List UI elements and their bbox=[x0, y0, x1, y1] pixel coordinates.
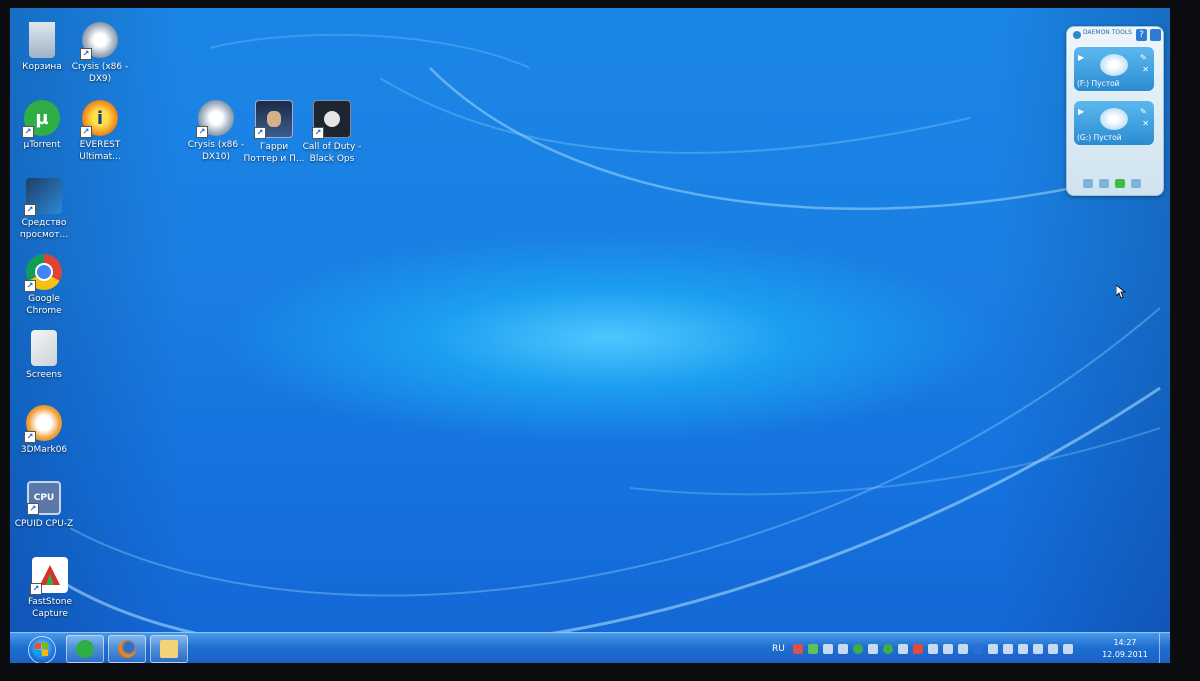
icon-label: 3DMark06 bbox=[20, 445, 68, 455]
everest-icon: i ↗ bbox=[80, 100, 118, 138]
tray-icon[interactable] bbox=[852, 644, 863, 654]
tray-icon[interactable] bbox=[837, 644, 848, 654]
tray-icon[interactable] bbox=[1002, 644, 1013, 654]
desktop-icon-screens[interactable]: Screens bbox=[12, 330, 76, 381]
taskbar-firefox[interactable] bbox=[108, 635, 146, 663]
add-drive-icon[interactable] bbox=[1115, 179, 1125, 188]
icon-label: Call of Duty - Black Ops bbox=[302, 142, 362, 164]
tray-icon[interactable] bbox=[792, 644, 803, 654]
daemon-tools-logo: DAEMON TOOLS bbox=[1071, 29, 1133, 43]
crysis-icon: ↗ bbox=[196, 100, 234, 138]
faststone-icon: ↗ bbox=[30, 557, 68, 595]
call-of-duty-icon: ↗ bbox=[312, 100, 351, 139]
desktop-icon-faststone[interactable]: ↗ FastStone Capture bbox=[18, 557, 82, 620]
image-catalog-icon[interactable] bbox=[1099, 179, 1109, 188]
clock[interactable]: 14:27 12.09.2011 bbox=[1098, 637, 1152, 661]
virtual-drive-f[interactable]: ▶ ✎ ✕ (F:) Пустой bbox=[1074, 47, 1154, 91]
icon-label: EVEREST Ultimat... bbox=[79, 140, 121, 162]
tray-icon[interactable] bbox=[957, 644, 968, 654]
burn-icon[interactable] bbox=[1131, 179, 1141, 188]
language-indicator[interactable]: RU bbox=[772, 644, 785, 654]
taskbar-explorer[interactable] bbox=[150, 635, 188, 663]
desktop-icon-harry-potter[interactable]: ↗ Гарри Поттер и П... bbox=[242, 100, 306, 165]
help-button[interactable]: ? bbox=[1136, 29, 1147, 41]
battery-icon[interactable] bbox=[1017, 644, 1028, 654]
bluetooth-icon[interactable] bbox=[972, 644, 983, 654]
mouse-cursor-icon bbox=[1116, 285, 1126, 299]
desktop-icon-3dmark[interactable]: ↗ 3DMark06 bbox=[12, 405, 76, 456]
tray-icon[interactable] bbox=[987, 644, 998, 654]
tray-icon[interactable] bbox=[942, 644, 953, 654]
desktop[interactable]: Корзина µ ↗ µTorrent ↗ Средство просмот..… bbox=[10, 8, 1170, 663]
volume-icon[interactable] bbox=[1047, 644, 1058, 654]
icon-label: FastStone Capture bbox=[27, 597, 73, 619]
desktop-icon-chrome[interactable]: ↗ Google Chrome bbox=[12, 254, 76, 317]
tray-icon[interactable] bbox=[807, 644, 818, 654]
tray-icon[interactable] bbox=[897, 644, 908, 654]
taskbar-utorrent[interactable] bbox=[66, 635, 104, 663]
desktop-icon-cpu-z[interactable]: CPU ↗ CPUID CPU-Z bbox=[12, 481, 76, 530]
taskbar: RU 14:27 12.09.2011 bbox=[10, 632, 1170, 663]
icon-label: Crysis (x86 -DX10) bbox=[187, 140, 245, 162]
tray-icon[interactable] bbox=[927, 644, 938, 654]
settings-icon[interactable] bbox=[1150, 29, 1161, 41]
recycle-bin-icon bbox=[29, 22, 55, 58]
drive-label: (G:) Пустой bbox=[1077, 133, 1122, 142]
cpu-z-icon: CPU ↗ bbox=[27, 481, 61, 515]
crysis-icon: ↗ bbox=[80, 22, 118, 60]
desktop-icon-recycle-bin[interactable]: Корзина bbox=[10, 22, 74, 73]
utorrent-icon: µ ↗ bbox=[22, 100, 60, 138]
unmount-icon[interactable]: ✕ bbox=[1142, 65, 1149, 74]
network-icon[interactable] bbox=[1032, 644, 1043, 654]
open-image-icon[interactable] bbox=[1083, 179, 1093, 188]
clock-time: 14:27 bbox=[1113, 638, 1137, 647]
icon-label: Google Chrome bbox=[26, 294, 62, 316]
image-viewer-icon: ↗ bbox=[24, 178, 62, 216]
tray-icon[interactable] bbox=[822, 644, 833, 654]
unmount-icon[interactable]: ✕ bbox=[1142, 119, 1149, 128]
gadget-toolbar bbox=[1083, 179, 1141, 188]
folder-icon bbox=[31, 330, 57, 366]
disc-icon bbox=[1100, 108, 1128, 130]
drive-label: (F:) Пустой bbox=[1077, 79, 1120, 88]
tray-icon[interactable] bbox=[867, 644, 878, 654]
chrome-icon: ↗ bbox=[24, 254, 62, 292]
system-tray: RU bbox=[772, 640, 1078, 658]
wrench-icon[interactable]: ✎ bbox=[1140, 107, 1150, 117]
harry-potter-icon: ↗ bbox=[254, 100, 293, 139]
tray-icon[interactable] bbox=[882, 644, 893, 654]
clock-date: 12.09.2011 bbox=[1102, 650, 1148, 659]
desktop-icon-everest[interactable]: i ↗ EVEREST Ultimat... bbox=[68, 100, 132, 163]
start-button[interactable] bbox=[28, 636, 56, 663]
icon-label: Средство просмот... bbox=[19, 218, 69, 240]
icon-label: Screens bbox=[26, 370, 62, 380]
desktop-icon-crysis-dx10[interactable]: ↗ Crysis (x86 -DX10) bbox=[184, 100, 248, 163]
utorrent-icon bbox=[76, 640, 94, 658]
icon-label: Гарри Поттер и П... bbox=[243, 142, 305, 164]
icon-label: CPUID CPU-Z bbox=[14, 519, 74, 529]
icon-label: µTorrent bbox=[23, 140, 61, 150]
explorer-icon bbox=[160, 640, 178, 658]
3dmark-icon: ↗ bbox=[24, 405, 62, 443]
wrench-icon[interactable]: ✎ bbox=[1140, 53, 1150, 63]
desktop-icon-utorrent[interactable]: µ ↗ µTorrent bbox=[10, 100, 74, 151]
daemon-tools-gadget[interactable]: DAEMON TOOLS ? ▶ ✎ ✕ (F:) Пустой ▶ ✎ ✕ (… bbox=[1066, 26, 1164, 196]
shield-icon[interactable] bbox=[912, 644, 923, 654]
icon-label: Корзина bbox=[22, 62, 62, 72]
disc-icon bbox=[1100, 54, 1128, 76]
desktop-icon-image-viewer[interactable]: ↗ Средство просмот... bbox=[12, 178, 76, 241]
desktop-icon-crysis-dx9[interactable]: ↗ Crysis (x86 -DX9) bbox=[68, 22, 132, 85]
firefox-icon bbox=[118, 640, 136, 658]
signal-icon[interactable] bbox=[1062, 644, 1073, 654]
desktop-icon-call-of-duty[interactable]: ↗ Call of Duty - Black Ops bbox=[300, 100, 364, 165]
show-desktop-button[interactable] bbox=[1159, 633, 1170, 663]
mount-icon[interactable]: ▶ bbox=[1078, 107, 1090, 117]
icon-label: Crysis (x86 -DX9) bbox=[71, 62, 129, 84]
virtual-drive-g[interactable]: ▶ ✎ ✕ (G:) Пустой bbox=[1074, 101, 1154, 145]
windows-logo-icon bbox=[35, 643, 48, 656]
mount-icon[interactable]: ▶ bbox=[1078, 53, 1090, 63]
